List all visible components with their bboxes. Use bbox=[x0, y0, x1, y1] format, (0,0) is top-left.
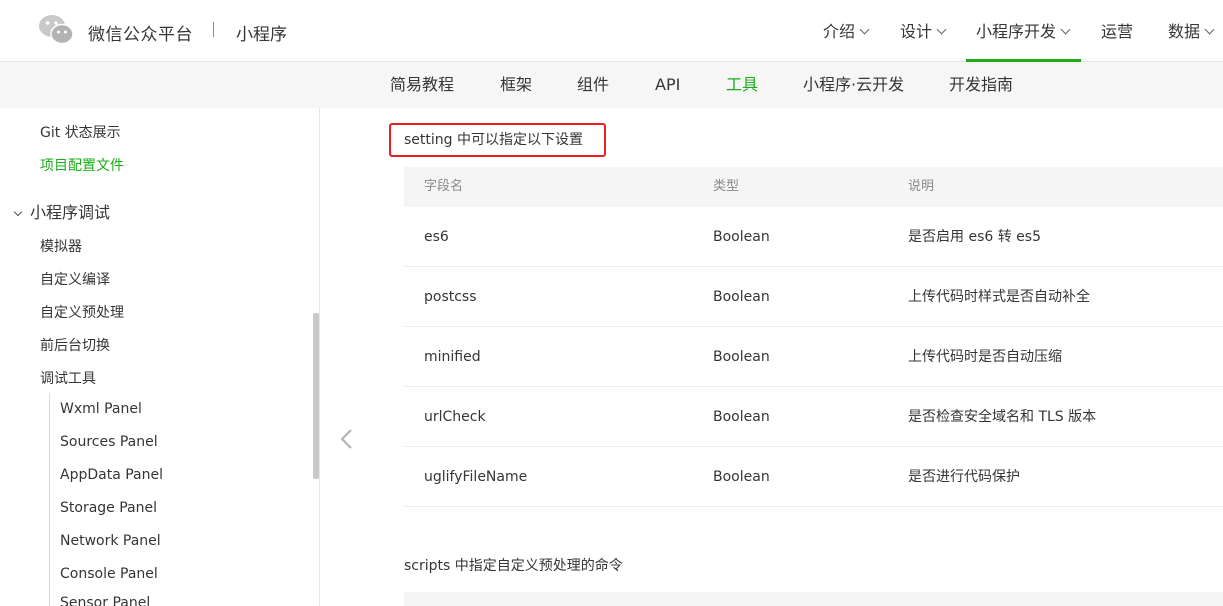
brand-subtitle[interactable]: 小程序 bbox=[236, 20, 287, 45]
sidebar-item-simulator[interactable]: 模拟器 bbox=[40, 236, 82, 256]
topnav-label: 运营 bbox=[1101, 22, 1134, 41]
field-name-cell: es6 bbox=[424, 229, 449, 245]
field-name-cell: postcss bbox=[424, 289, 477, 305]
topnav-label: 小程序开发 bbox=[976, 22, 1057, 41]
subnav-item-tools[interactable]: 工具 bbox=[726, 62, 758, 108]
sidebar-item-project-config[interactable]: 项目配置文件 bbox=[40, 155, 124, 175]
sidebar-item-appdata-panel[interactable]: AppData Panel bbox=[60, 467, 163, 483]
subnav-item-guide[interactable]: 开发指南 bbox=[949, 62, 1013, 108]
field-type-cell: Boolean bbox=[713, 409, 770, 425]
field-desc-cell: 是否检查安全域名和 TLS 版本 bbox=[908, 409, 1097, 425]
sidebar-item-sensor-panel[interactable]: Sensor Panel bbox=[60, 595, 150, 606]
sidebar-item-fg-bg-switch[interactable]: 前后台切换 bbox=[40, 335, 110, 355]
chevron-down-icon bbox=[1204, 24, 1215, 35]
scripts-table-header bbox=[404, 592, 1223, 606]
sidebar-group-debug[interactable]: 小程序调试 bbox=[13, 199, 111, 223]
field-type-cell: Boolean bbox=[713, 469, 770, 485]
chevron-down-icon bbox=[936, 24, 947, 35]
chevron-down-icon bbox=[1060, 24, 1071, 35]
subnav-item-api[interactable]: API bbox=[655, 62, 680, 108]
topnav-item-intro[interactable]: 介绍 bbox=[823, 0, 870, 62]
sidebar: Git 状态展示 项目配置文件 小程序调试 模拟器 自定义编译 自定义预处理 前… bbox=[0, 108, 320, 606]
topnav-item-operate[interactable]: 运营 bbox=[1101, 0, 1133, 62]
sidebar-item-console-panel[interactable]: Console Panel bbox=[60, 566, 158, 582]
sidebar-item-debug-tools[interactable]: 调试工具 bbox=[40, 368, 96, 388]
table-row: urlCheck Boolean 是否检查安全域名和 TLS 版本 bbox=[404, 387, 1223, 447]
main-content: setting 中可以指定以下设置 字段名 类型 说明 es6 Boolean … bbox=[320, 108, 1223, 606]
chevron-down-icon bbox=[13, 207, 23, 217]
sidebar-item-custom-compile[interactable]: 自定义编译 bbox=[40, 269, 110, 289]
table-header-cell: 说明 bbox=[908, 179, 935, 194]
table-header: 字段名 类型 说明 bbox=[404, 167, 1223, 207]
subnav-item-cloud[interactable]: 小程序·云开发 bbox=[803, 62, 904, 108]
brand-divider bbox=[213, 22, 214, 37]
table-row: minified Boolean 上传代码时是否自动压缩 bbox=[404, 327, 1223, 387]
field-desc-cell: 是否启用 es6 转 es5 bbox=[908, 229, 1041, 245]
sidebar-item-network-panel[interactable]: Network Panel bbox=[60, 533, 161, 549]
wechat-logo-icon[interactable] bbox=[38, 14, 74, 46]
top-header: 微信公众平台 小程序 介绍 设计 小程序开发 运营 数据 bbox=[0, 0, 1223, 62]
field-type-cell: Boolean bbox=[713, 289, 770, 305]
scripts-note: scripts 中指定自定义预处理的命令 bbox=[404, 558, 623, 574]
setting-highlight-note: setting 中可以指定以下设置 bbox=[389, 123, 606, 157]
subnav-item-components[interactable]: 组件 bbox=[577, 62, 609, 108]
field-type-cell: Boolean bbox=[713, 349, 770, 365]
topnav-label: 介绍 bbox=[823, 22, 856, 41]
field-name-cell: urlCheck bbox=[424, 409, 486, 425]
sidebar-group-label: 小程序调试 bbox=[30, 203, 111, 222]
table-header-cell: 类型 bbox=[713, 179, 740, 194]
topnav-item-dev[interactable]: 小程序开发 bbox=[966, 0, 1081, 62]
sidebar-item-wxml-panel[interactable]: Wxml Panel bbox=[60, 401, 142, 417]
subnav-item-framework[interactable]: 框架 bbox=[500, 62, 532, 108]
field-name-cell: uglifyFileName bbox=[424, 469, 528, 485]
chevron-down-icon bbox=[859, 24, 870, 35]
table-row: postcss Boolean 上传代码时样式是否自动补全 bbox=[404, 267, 1223, 327]
sidebar-item-storage-panel[interactable]: Storage Panel bbox=[60, 500, 157, 516]
brand-title[interactable]: 微信公众平台 bbox=[88, 20, 193, 45]
sidebar-scrollbar[interactable] bbox=[313, 313, 319, 479]
sidebar-item-custom-preprocess[interactable]: 自定义预处理 bbox=[40, 302, 124, 322]
sidebar-item-git-status[interactable]: Git 状态展示 bbox=[40, 122, 121, 142]
table-header-cell: 字段名 bbox=[424, 179, 464, 194]
sub-nav: 简易教程 框架 组件 API 工具 小程序·云开发 开发指南 bbox=[0, 62, 1223, 108]
tree-guide-line bbox=[49, 393, 50, 606]
topnav-item-design[interactable]: 设计 bbox=[900, 0, 947, 62]
field-desc-cell: 上传代码时是否自动压缩 bbox=[908, 349, 1062, 365]
field-desc-cell: 是否进行代码保护 bbox=[908, 469, 1020, 485]
table-row: es6 Boolean 是否启用 es6 转 es5 bbox=[404, 207, 1223, 267]
sidebar-item-sources-panel[interactable]: Sources Panel bbox=[60, 434, 158, 450]
field-name-cell: minified bbox=[424, 349, 481, 365]
field-type-cell: Boolean bbox=[713, 229, 770, 245]
topnav-label: 数据 bbox=[1168, 22, 1201, 41]
field-desc-cell: 上传代码时样式是否自动补全 bbox=[908, 289, 1090, 305]
topnav-label: 设计 bbox=[900, 22, 933, 41]
setting-table: 字段名 类型 说明 es6 Boolean 是否启用 es6 转 es5 pos… bbox=[404, 167, 1223, 507]
topnav-item-data[interactable]: 数据 bbox=[1168, 0, 1215, 62]
table-row: uglifyFileName Boolean 是否进行代码保护 bbox=[404, 447, 1223, 507]
subnav-item-tutorial[interactable]: 简易教程 bbox=[390, 62, 454, 108]
